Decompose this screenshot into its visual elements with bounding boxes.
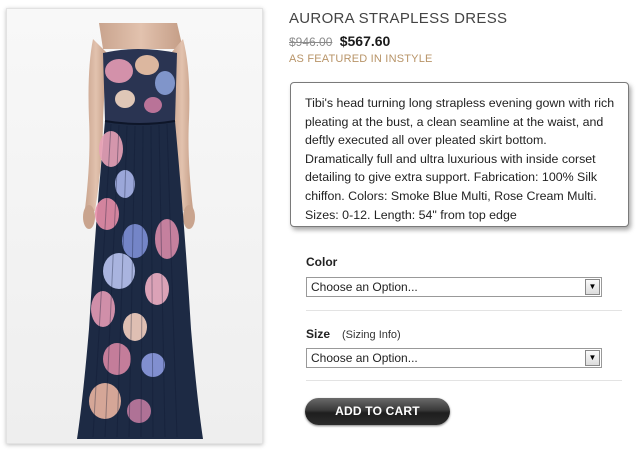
divider <box>306 380 622 381</box>
model-dress-illustration <box>7 9 262 443</box>
size-select[interactable]: Choose an Option... ▼ <box>306 348 602 368</box>
color-label: Color <box>306 255 338 269</box>
size-label-row: Size (Sizing Info) <box>306 327 401 341</box>
product-title: AURORA STRAPLESS DRESS <box>289 10 508 27</box>
price-block: $946.00 $567.60 <box>289 33 390 49</box>
original-price: $946.00 <box>289 35 333 49</box>
size-label: Size <box>306 327 331 341</box>
color-select[interactable]: Choose an Option... ▼ <box>306 277 602 297</box>
dropdown-arrow-icon[interactable]: ▼ <box>585 350 600 366</box>
add-to-cart-button[interactable]: ADD TO CART <box>305 398 450 425</box>
divider <box>306 310 622 311</box>
sale-price: $567.60 <box>339 33 391 49</box>
dropdown-arrow-icon[interactable]: ▼ <box>585 279 600 295</box>
featured-in-label: AS FEATURED IN INSTYLE <box>289 53 433 65</box>
product-description: Tibi's head turning long strapless eveni… <box>290 82 629 227</box>
size-select-value: Choose an Option... <box>311 351 418 365</box>
product-photo[interactable] <box>6 8 263 444</box>
color-select-value: Choose an Option... <box>311 280 418 294</box>
sizing-info-link[interactable]: (Sizing Info) <box>342 329 401 341</box>
